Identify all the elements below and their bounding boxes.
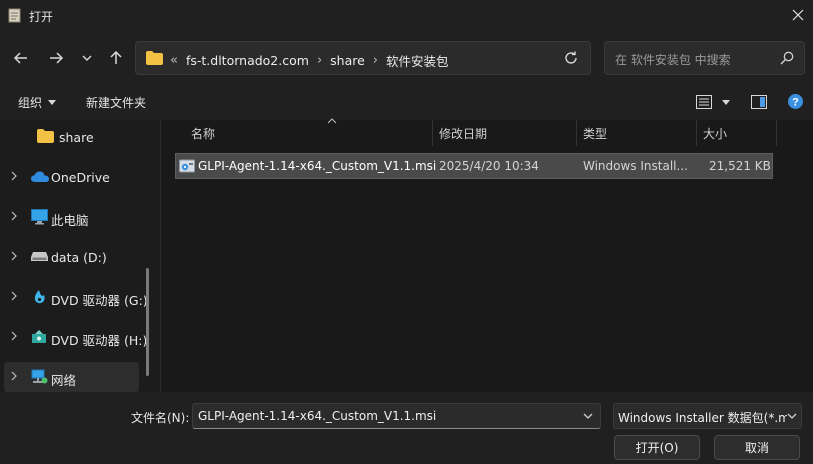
chevron-right-icon <box>11 291 17 301</box>
drive-icon <box>31 252 48 261</box>
sidebar-scrollbar[interactable] <box>146 268 149 376</box>
column-header-name[interactable]: 名称 <box>185 118 433 146</box>
computer-icon <box>31 209 48 225</box>
sidebar-item-this-pc[interactable]: 此电脑 <box>4 202 139 232</box>
column-header-size[interactable]: 大小 <box>697 120 777 146</box>
chevron-down-icon <box>787 410 797 422</box>
column-header-modified[interactable]: 修改日期 <box>433 120 577 146</box>
recent-locations-button[interactable] <box>75 46 99 70</box>
cloud-icon <box>31 171 49 182</box>
caret-down-icon <box>48 100 57 105</box>
open-button-label: 打开(O) <box>635 441 679 455</box>
sidebar-item-share[interactable]: share <box>4 122 139 152</box>
chevron-right-icon <box>11 331 17 341</box>
search-box[interactable]: 在 软件安装包 中搜索 <box>604 41 805 75</box>
sidebar-item-label: 网络 <box>51 373 77 388</box>
document-icon <box>8 8 21 23</box>
navigation-bar: « fs-t.dltornado2.com › share › 软件安装包 在 … <box>0 32 813 84</box>
file-type: Windows Install... <box>583 159 688 173</box>
dvd-icon <box>34 290 45 304</box>
column-header-label: 类型 <box>583 127 608 141</box>
file-type-value: Windows Installer 数据包(*.msi) <box>618 411 790 425</box>
view-options-button[interactable] <box>696 95 730 109</box>
navigation-pane: share OneDrive 此电脑 data (D:) DVD 驱动器 (G:… <box>0 120 150 392</box>
column-header-label: 修改日期 <box>439 127 488 141</box>
file-type-select[interactable]: Windows Installer 数据包(*.msi) <box>613 403 802 429</box>
search-icon <box>780 51 794 65</box>
sidebar-item-label: OneDrive <box>51 170 110 185</box>
search-input[interactable]: 在 软件安装包 中搜索 <box>615 51 731 68</box>
file-size: 21,521 KB <box>709 159 771 173</box>
command-bar: 组织 新建文件夹 ? <box>0 84 813 120</box>
address-bar[interactable]: « fs-t.dltornado2.com › share › 软件安装包 <box>135 41 591 75</box>
arrow-right-icon <box>50 52 64 64</box>
close-icon <box>792 9 804 21</box>
caret-down-icon <box>722 99 730 105</box>
column-header-type[interactable]: 类型 <box>577 120 697 146</box>
filename-label: 文件名(N): <box>131 411 190 425</box>
sidebar-item-dvd-g[interactable]: DVD 驱动器 (G:) <box>4 282 148 312</box>
table-row[interactable]: GLPI-Agent-1.14-x64._Custom_V1.1.msi 202… <box>175 153 773 179</box>
breadcrumb-item-current[interactable]: 软件安装包 <box>386 51 449 70</box>
chevron-right-icon <box>11 171 17 181</box>
refresh-icon[interactable] <box>564 51 578 65</box>
breadcrumb: « fs-t.dltornado2.com › share › 软件安装包 <box>170 51 449 70</box>
open-button[interactable]: 打开(O) <box>614 435 700 460</box>
sidebar-item-label: DVD 驱动器 (H:) <box>51 333 148 348</box>
arrow-left-icon <box>13 52 27 64</box>
new-folder-button[interactable]: 新建文件夹 <box>86 94 146 111</box>
list-view-icon <box>696 95 712 109</box>
filename-value: GLPI-Agent-1.14-x64._Custom_V1.1.msi <box>198 409 437 423</box>
sidebar-item-onedrive[interactable]: OneDrive <box>4 162 139 192</box>
network-icon <box>31 369 48 384</box>
sidebar-item-label: DVD 驱动器 (G:) <box>51 293 148 308</box>
filename-field[interactable]: GLPI-Agent-1.14-x64._Custom_V1.1.msi <box>192 403 601 429</box>
column-header-label: 大小 <box>703 127 728 141</box>
msi-file-icon <box>179 159 195 173</box>
breadcrumb-separator[interactable]: › <box>373 53 378 68</box>
help-button[interactable]: ? <box>788 94 803 109</box>
file-list: 名称 修改日期 类型 大小 GLPI-Agent-1.14-x64._Custo… <box>160 118 813 392</box>
close-button[interactable] <box>783 0 813 30</box>
up-button[interactable] <box>104 46 128 70</box>
sidebar-item-label: data (D:) <box>51 250 107 265</box>
sidebar-item-data-drive[interactable]: data (D:) <box>4 242 139 272</box>
help-icon: ? <box>788 94 803 109</box>
organize-button[interactable]: 组织 <box>18 94 57 111</box>
chevron-right-icon <box>11 211 17 221</box>
breadcrumb-overflow[interactable]: « <box>170 53 178 68</box>
cancel-button[interactable]: 取消 <box>714 435 800 460</box>
arrow-up-icon <box>110 50 122 64</box>
sidebar-item-label: share <box>59 130 94 145</box>
chevron-down-icon <box>82 55 92 61</box>
preview-pane-icon <box>751 95 767 109</box>
chevron-down-icon[interactable] <box>582 410 594 422</box>
sidebar-item-dvd-h[interactable]: DVD 驱动器 (H:) <box>4 322 147 352</box>
file-modified: 2025/4/20 10:34 <box>439 159 539 173</box>
breadcrumb-separator[interactable]: › <box>317 53 322 68</box>
preview-pane-button[interactable] <box>751 95 767 109</box>
file-name: GLPI-Agent-1.14-x64._Custom_V1.1.msi <box>198 159 437 173</box>
sort-ascending-icon <box>327 118 337 124</box>
folder-icon <box>37 129 54 143</box>
title-bar: 打开 <box>0 0 813 32</box>
back-button[interactable] <box>9 46 33 70</box>
breadcrumb-item-share[interactable]: share <box>330 53 365 68</box>
breadcrumb-item-host[interactable]: fs-t.dltornado2.com <box>186 53 309 68</box>
new-folder-label: 新建文件夹 <box>86 96 147 110</box>
sidebar-item-network[interactable]: 网络 <box>4 362 139 392</box>
window-title: 打开 <box>29 10 54 24</box>
cancel-button-label: 取消 <box>744 441 769 455</box>
chevron-right-icon <box>11 251 17 261</box>
dvd-icon <box>32 330 46 343</box>
column-header-label: 名称 <box>191 127 216 141</box>
svg-text:?: ? <box>792 97 799 109</box>
organize-label: 组织 <box>18 96 43 110</box>
folder-icon <box>146 51 163 65</box>
sidebar-item-label: 此电脑 <box>51 213 89 228</box>
forward-button[interactable] <box>44 46 68 70</box>
chevron-right-icon <box>11 371 17 381</box>
dialog-footer: 文件名(N): GLPI-Agent-1.14-x64._Custom_V1.1… <box>0 392 813 464</box>
